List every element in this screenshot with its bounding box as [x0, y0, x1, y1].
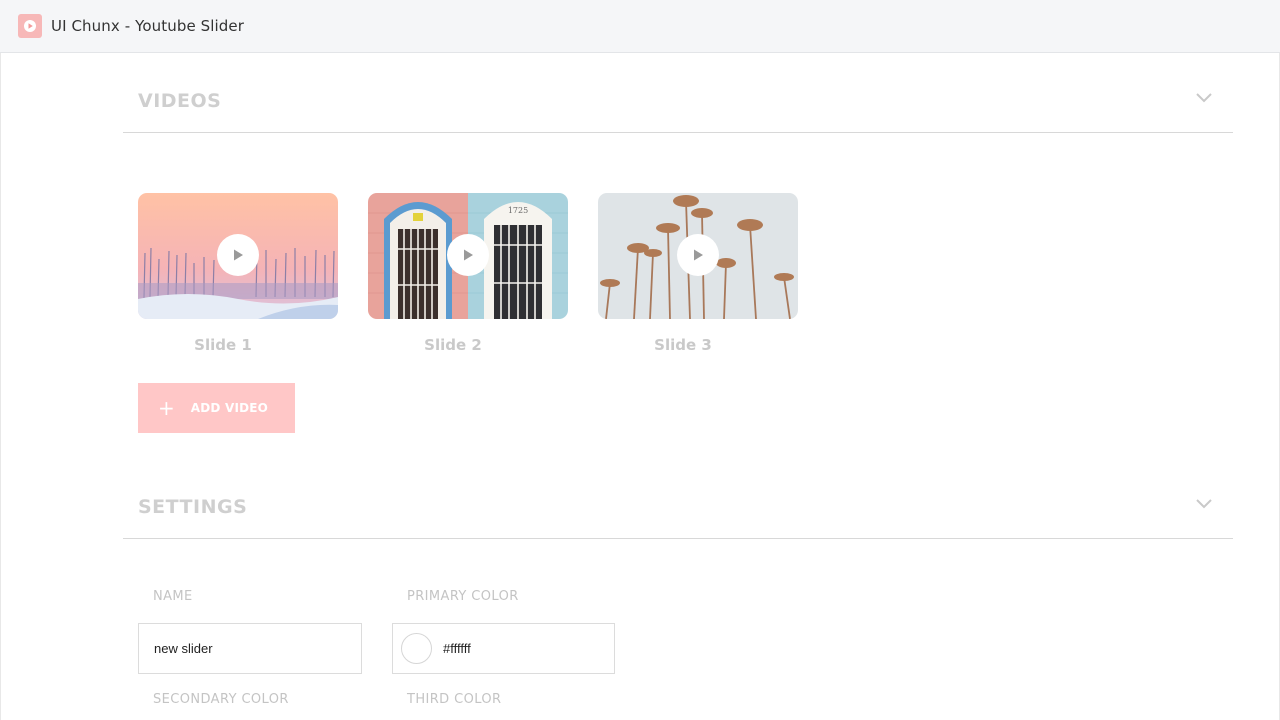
name-label: NAME	[153, 589, 193, 604]
window-title: UI Chunx - Youtube Slider	[51, 17, 245, 35]
name-input[interactable]	[138, 623, 362, 674]
primary-color-value: #ffffff	[443, 641, 471, 656]
chevron-down-icon[interactable]	[1195, 498, 1213, 510]
chevron-down-icon[interactable]	[1195, 92, 1213, 104]
settings-section-title: SETTINGS	[138, 496, 248, 518]
settings-section-header[interactable]: SETTINGS	[123, 459, 1233, 539]
add-video-label: ADD VIDEO	[190, 401, 269, 415]
slide-thumbnail-2[interactable]: 1725	[368, 193, 568, 319]
slide-1-label: Slide 1	[194, 336, 252, 354]
slide-thumbnail-3[interactable]	[598, 193, 798, 319]
play-icon[interactable]	[217, 234, 259, 276]
secondary-color-label: SECONDARY COLOR	[153, 692, 289, 707]
videos-section-title: VIDEOS	[138, 90, 222, 112]
play-icon[interactable]	[447, 234, 489, 276]
slide-2-label: Slide 2	[424, 336, 482, 354]
primary-color-field[interactable]: #ffffff	[392, 623, 615, 674]
videos-section-header[interactable]: VIDEOS	[123, 53, 1233, 133]
slide-thumbnail-1[interactable]	[138, 193, 338, 319]
slide-3-label: Slide 3	[654, 336, 712, 354]
third-color-label: THIRD COLOR	[407, 692, 502, 707]
app-logo-icon	[18, 14, 42, 38]
primary-color-swatch[interactable]	[401, 633, 432, 664]
door-number: 1725	[508, 206, 528, 215]
primary-color-label: PRIMARY COLOR	[407, 589, 519, 604]
add-video-button[interactable]: + ADD VIDEO	[138, 383, 295, 433]
play-icon[interactable]	[677, 234, 719, 276]
window-titlebar: UI Chunx - Youtube Slider	[0, 0, 1280, 53]
plus-icon: +	[158, 396, 175, 420]
